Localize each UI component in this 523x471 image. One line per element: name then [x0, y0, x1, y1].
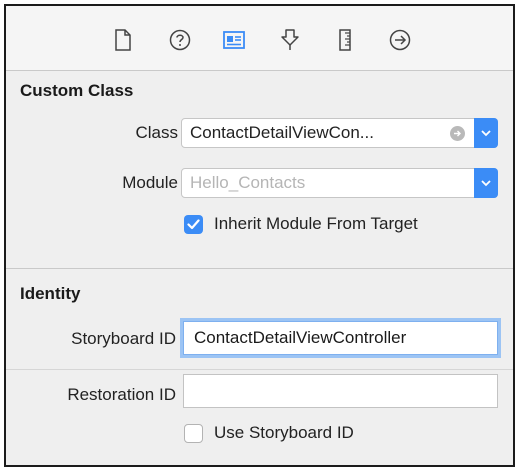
section-divider: [6, 268, 513, 269]
file-inspector-icon[interactable]: [111, 28, 135, 52]
chevron-down-icon: [481, 130, 491, 137]
module-placeholder: Hello_Contacts: [190, 173, 306, 192]
restoration-id-input[interactable]: [184, 375, 497, 407]
identity-inspector-panel: Custom Class Class ContactDetailViewCon.…: [4, 4, 515, 467]
attributes-inspector-icon[interactable]: [278, 28, 302, 52]
identity-inspector-icon[interactable]: [222, 28, 246, 52]
module-label: Module: [122, 173, 178, 192]
connections-inspector-icon[interactable]: [388, 28, 412, 52]
class-value: ContactDetailViewCon...: [190, 123, 374, 142]
restoration-id-label: Restoration ID: [67, 385, 176, 404]
size-inspector-icon[interactable]: [333, 28, 357, 52]
custom-class-header: Custom Class: [20, 81, 134, 100]
restoration-id-field[interactable]: [183, 374, 498, 408]
class-dropdown-button[interactable]: [474, 118, 498, 148]
storyboard-id-input[interactable]: [184, 322, 497, 354]
storyboard-id-label: Storyboard ID: [71, 329, 176, 348]
inherit-module-label: Inherit Module From Target: [214, 214, 418, 233]
module-dropdown-button[interactable]: [474, 168, 498, 198]
row-divider: [6, 369, 513, 370]
class-combo-box[interactable]: ContactDetailViewCon...: [181, 118, 498, 148]
module-combo-box[interactable]: Hello_Contacts: [181, 168, 498, 198]
class-label: Class: [135, 123, 178, 142]
use-storyboard-id-checkbox-row[interactable]: Use Storyboard ID: [184, 423, 354, 443]
chevron-down-icon: [481, 180, 491, 187]
inspector-toolbar: [6, 6, 513, 71]
use-storyboard-id-checkbox[interactable]: [184, 423, 203, 443]
storyboard-id-field[interactable]: [183, 321, 498, 355]
checkmark-icon: [187, 218, 200, 229]
identity-header: Identity: [20, 284, 81, 303]
go-to-class-icon[interactable]: [450, 126, 465, 141]
use-storyboard-id-label: Use Storyboard ID: [214, 423, 354, 442]
quick-help-icon[interactable]: [168, 28, 192, 52]
inherit-module-checkbox[interactable]: [184, 214, 203, 234]
inherit-module-checkbox-row[interactable]: Inherit Module From Target: [184, 214, 418, 234]
